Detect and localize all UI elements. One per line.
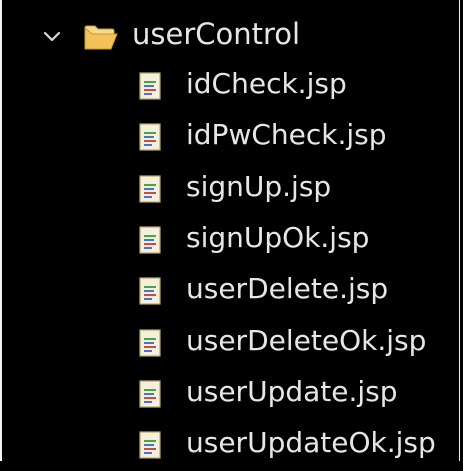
jsp-file-icon xyxy=(139,380,161,408)
file-label: signUpOk.jsp xyxy=(186,221,370,254)
jsp-file-icon xyxy=(139,277,161,305)
file-tree: userControl idCheck.jsp idPwCheck.jsp sign… xyxy=(2,0,459,461)
jsp-file-icon xyxy=(139,431,161,459)
tree-file-item[interactable]: userDeleteOk.jsp xyxy=(2,319,459,369)
jsp-file-icon xyxy=(139,226,161,254)
file-label: userUpdateOk.jsp xyxy=(186,426,436,459)
folder-open-icon xyxy=(84,25,118,50)
jsp-file-icon xyxy=(139,175,161,203)
tree-file-item[interactable]: userUpdate.jsp xyxy=(2,370,459,420)
tree-file-item[interactable]: userUpdateOk.jsp xyxy=(2,421,459,471)
jsp-file-icon xyxy=(139,329,161,357)
chevron-down-icon[interactable] xyxy=(44,32,60,42)
tree-file-item[interactable]: signUpOk.jsp xyxy=(2,216,459,266)
file-label: idCheck.jsp xyxy=(186,67,347,100)
tree-file-item[interactable]: signUp.jsp xyxy=(2,165,459,215)
project-explorer-panel: userControl idCheck.jsp idPwCheck.jsp sign… xyxy=(0,0,460,461)
file-label: userUpdate.jsp xyxy=(186,375,398,408)
file-label: idPwCheck.jsp xyxy=(186,118,387,151)
tree-file-item[interactable]: idPwCheck.jsp xyxy=(2,113,459,163)
tree-file-item[interactable]: idCheck.jsp xyxy=(2,62,459,112)
file-label: userDeleteOk.jsp xyxy=(186,324,427,357)
jsp-file-icon xyxy=(139,123,161,151)
jsp-file-icon xyxy=(139,72,161,100)
file-label: userDelete.jsp xyxy=(186,272,389,305)
folder-label: userControl xyxy=(132,17,301,51)
tree-file-item[interactable]: userDelete.jsp xyxy=(2,267,459,317)
tree-folder-usercontrol[interactable]: userControl xyxy=(2,10,459,60)
file-label: signUp.jsp xyxy=(186,170,332,203)
